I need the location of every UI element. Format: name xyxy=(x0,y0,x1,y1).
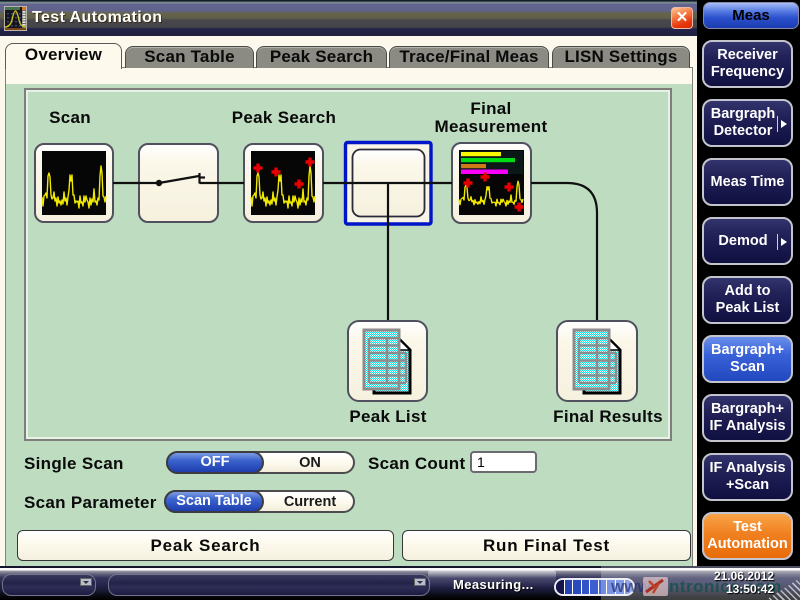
svg-text:Final: Final xyxy=(470,99,511,118)
svg-text:Scan: Scan xyxy=(49,108,91,127)
svg-text:Measurement: Measurement xyxy=(435,117,548,136)
svg-text:Peak List: Peak List xyxy=(349,407,426,426)
svg-text:Final Results: Final Results xyxy=(553,407,663,426)
svg-text:Peak Search: Peak Search xyxy=(232,108,336,127)
